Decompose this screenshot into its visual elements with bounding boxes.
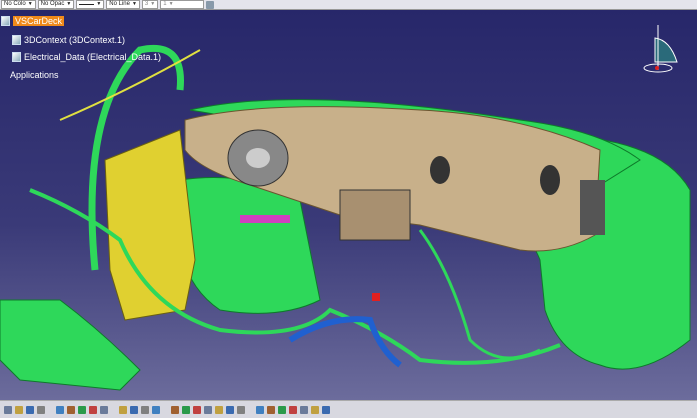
opacity-dropdown[interactable]: No Opac ▼	[37, 0, 75, 9]
connector-module	[580, 180, 605, 235]
lineweight-value: No Line	[109, 1, 130, 7]
pan-icon[interactable]	[171, 405, 179, 414]
opacity-value: No Opac	[40, 1, 65, 7]
left-floor-panel	[0, 299, 141, 391]
tree-node-label: 3DContext (3DContext.1)	[24, 35, 126, 45]
open-icon[interactable]	[15, 405, 23, 414]
vent-right	[540, 165, 560, 195]
airbag	[246, 148, 270, 168]
color-value: No Colo	[4, 1, 26, 7]
save-icon[interactable]	[26, 405, 34, 414]
search-icon[interactable]	[130, 405, 138, 414]
hide-show-icon[interactable]	[256, 405, 264, 414]
tree-root-label: VSCarDeck	[13, 16, 65, 26]
product-icon	[1, 16, 10, 26]
rotate-icon[interactable]	[182, 405, 190, 414]
color-dropdown[interactable]: No Colo ▼	[1, 0, 36, 9]
catalog-icon[interactable]	[141, 405, 149, 414]
render-icon[interactable]	[237, 405, 245, 414]
center-stack	[339, 189, 411, 241]
iso-view-icon[interactable]	[226, 405, 234, 414]
zoom-in-icon[interactable]	[193, 405, 201, 414]
thickness-value: 3	[144, 1, 149, 7]
harness-icon[interactable]	[267, 405, 275, 414]
tree-node-3dcontext[interactable]: 3DContext (3DContext.1)	[12, 35, 125, 45]
car-harness-model[interactable]	[0, 10, 697, 400]
measure-icon[interactable]	[152, 405, 160, 414]
tree-node-label: Applications	[10, 70, 59, 80]
help-icon[interactable]	[100, 405, 108, 414]
cut-icon[interactable]	[56, 405, 64, 414]
settings-icon[interactable]	[311, 405, 319, 414]
vent-center	[430, 156, 450, 184]
new-icon[interactable]	[4, 405, 12, 414]
part-icon	[12, 52, 21, 62]
part-icon	[12, 35, 21, 45]
undo-icon[interactable]	[89, 405, 97, 414]
tree-root[interactable]: VSCarDeck	[1, 16, 65, 26]
graphic-properties-toolbar: No Colo ▼ No Opac ▼ ▼ No Line ▼ 3 ▼ 1 ▼	[0, 0, 697, 10]
tree-node-label: Electrical_Data (Electrical_Data.1)	[24, 52, 162, 62]
left-door-trim	[104, 129, 196, 321]
layer-dropdown[interactable]: 1 ▼	[160, 0, 205, 9]
painter-icon[interactable]	[206, 0, 215, 9]
formula-icon[interactable]	[119, 405, 127, 414]
tree-node-applications[interactable]: Applications	[10, 70, 59, 80]
normal-view-icon[interactable]	[215, 405, 223, 414]
analysis-icon[interactable]	[300, 405, 308, 414]
layer-value: 1	[163, 1, 167, 7]
bottom-toolbar	[0, 400, 697, 418]
magenta-bracket	[240, 215, 290, 223]
print-icon[interactable]	[37, 405, 45, 414]
connector-icon[interactable]	[278, 405, 286, 414]
lineweight-dropdown[interactable]: No Line ▼	[106, 0, 140, 9]
copy-icon[interactable]	[67, 405, 75, 414]
paste-icon[interactable]	[78, 405, 86, 414]
delete-icon[interactable]	[322, 405, 330, 414]
zoom-out-icon[interactable]	[204, 405, 212, 414]
red-connector	[372, 293, 380, 301]
compass-icon[interactable]	[643, 25, 678, 73]
linetype-dropdown[interactable]: ▼	[76, 0, 105, 9]
thickness-dropdown[interactable]: 3 ▼	[141, 0, 159, 9]
tree-node-electrical-data[interactable]: Electrical_Data (Electrical_Data.1)	[12, 52, 161, 62]
bundle-icon[interactable]	[289, 405, 297, 414]
